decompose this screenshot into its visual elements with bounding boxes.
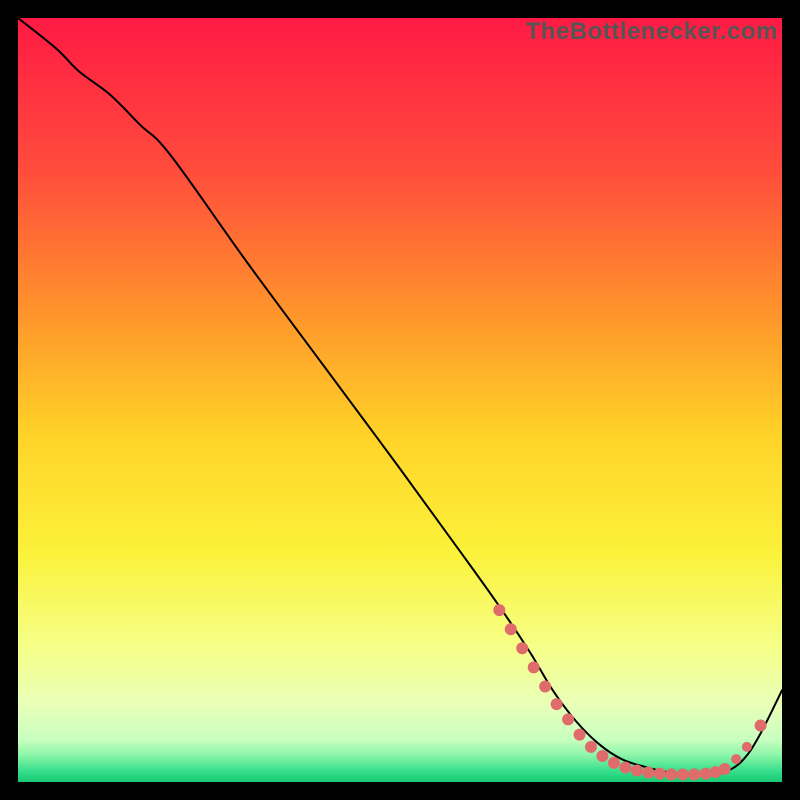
plot-area: TheBottlenecker.com [18, 18, 782, 782]
highlight-dot [562, 713, 574, 725]
highlight-dot [654, 768, 666, 780]
highlight-dot [677, 768, 689, 780]
curve-layer [18, 18, 782, 782]
highlight-dot [493, 604, 505, 616]
highlight-dot [516, 642, 528, 654]
highlight-dot [665, 768, 677, 780]
highlight-dots [493, 604, 766, 780]
highlight-dot [631, 765, 643, 777]
highlight-dot [528, 661, 540, 673]
watermark-text: TheBottlenecker.com [526, 18, 778, 46]
highlight-dot [719, 763, 731, 775]
highlight-dot [505, 623, 517, 635]
chart-frame: TheBottlenecker.com [0, 0, 800, 800]
highlight-dot [731, 754, 741, 764]
highlight-dot [539, 681, 551, 693]
highlight-dot [642, 766, 654, 778]
highlight-dot [619, 761, 631, 773]
highlight-dot [742, 742, 752, 752]
bottleneck-curve [18, 18, 782, 775]
highlight-dot [596, 750, 608, 762]
highlight-dot [688, 768, 700, 780]
highlight-dot [608, 757, 620, 769]
highlight-dot [585, 741, 597, 753]
highlight-dot [755, 719, 767, 731]
highlight-dot [551, 698, 563, 710]
highlight-dot [574, 729, 586, 741]
